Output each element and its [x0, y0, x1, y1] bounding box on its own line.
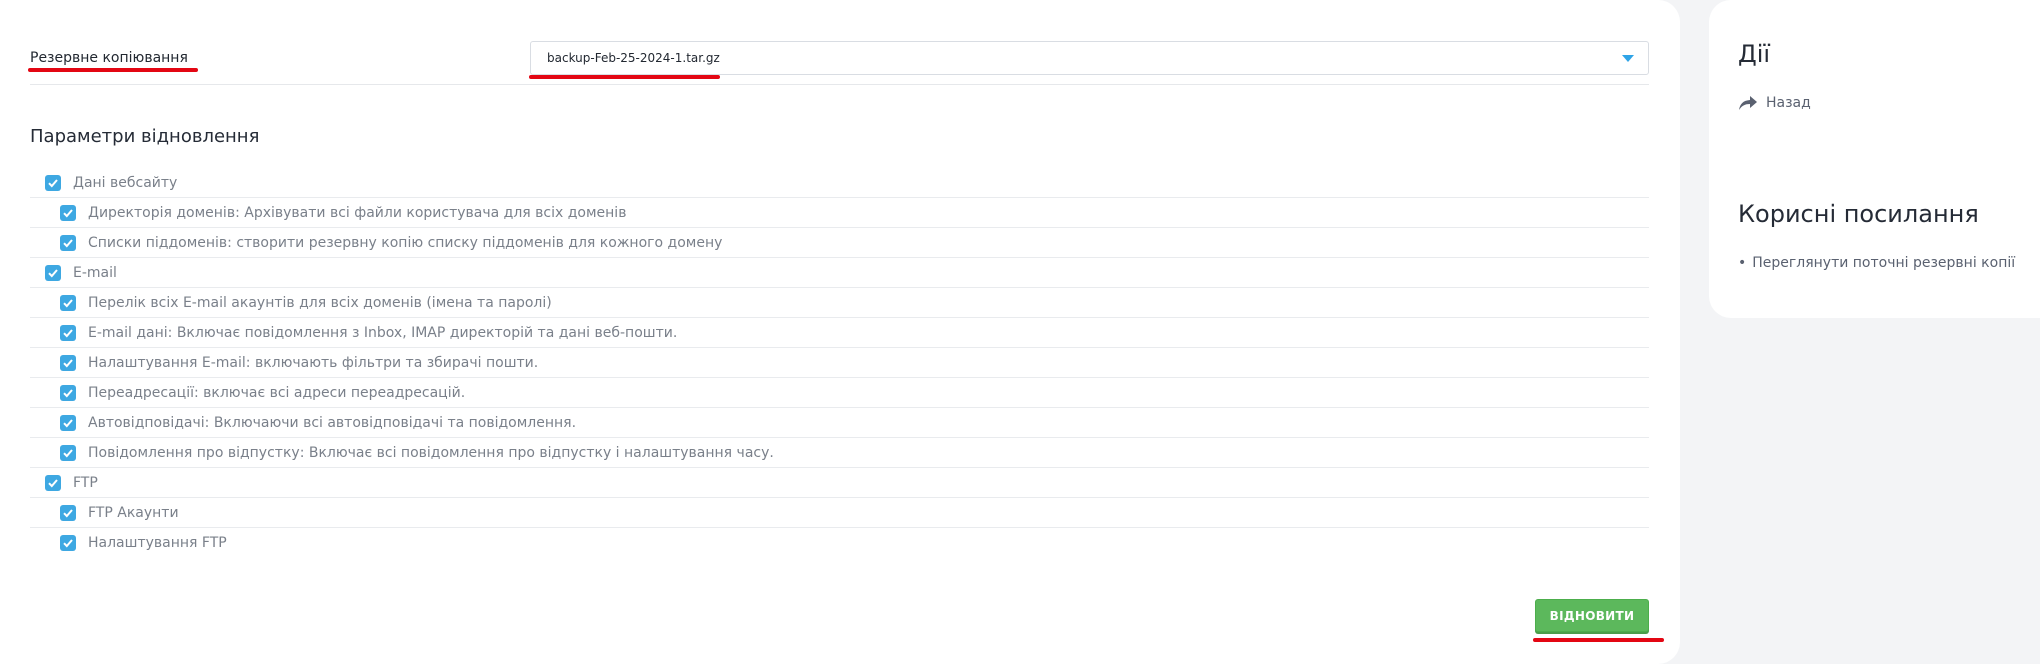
actions-title: Дії [1738, 40, 1771, 68]
highlight-underline-label [28, 68, 198, 72]
backup-label: Резервне копіювання [30, 50, 188, 66]
check-icon[interactable] [60, 204, 76, 221]
check-icon[interactable] [60, 444, 76, 461]
option-label: FTP Акаунти [88, 504, 179, 521]
restore-options-title: Параметри відновлення [30, 126, 260, 147]
bullet: • [1738, 255, 1747, 271]
back-label: Назад [1766, 95, 1811, 111]
option-forwarders[interactable]: Переадресації: включає всі адреси переад… [30, 378, 1649, 408]
check-icon[interactable] [60, 384, 76, 401]
highlight-underline-button [1533, 638, 1664, 642]
check-icon[interactable] [60, 234, 76, 251]
check-icon[interactable] [60, 504, 76, 521]
option-label: Налаштування E-mail: включають фільтри т… [88, 354, 539, 371]
check-icon[interactable] [60, 414, 76, 431]
check-icon[interactable] [60, 294, 76, 311]
option-email[interactable]: E-mail [30, 258, 1649, 288]
check-icon[interactable] [60, 535, 76, 551]
backup-file-select[interactable]: backup-Feb-25-2024-1.tar.gz [530, 41, 1649, 75]
useful-links-title: Корисні посилання [1738, 200, 1979, 228]
check-icon[interactable] [60, 324, 76, 341]
backup-file-value: backup-Feb-25-2024-1.tar.gz [547, 51, 720, 65]
check-icon[interactable] [45, 264, 61, 281]
option-autoresponders[interactable]: Автовідповідачі: Включаючи всі автовідпо… [30, 408, 1649, 438]
highlight-underline-select [529, 75, 720, 79]
divider [30, 84, 1649, 85]
restore-options-list: Дані вебсайту Директорія доменів: Архіву… [30, 168, 1649, 558]
option-label: E-mail [73, 264, 117, 281]
option-label: Дані вебсайту [73, 174, 178, 191]
option-ftp[interactable]: FTP [30, 468, 1649, 498]
share-arrow-icon [1739, 96, 1757, 110]
option-label: Налаштування FTP [88, 535, 227, 551]
option-label: Переадресації: включає всі адреси переад… [88, 384, 466, 401]
check-icon[interactable] [45, 174, 61, 191]
back-link[interactable]: Назад [1738, 95, 1811, 111]
option-website-data[interactable]: Дані вебсайту [30, 168, 1649, 198]
option-email-accounts[interactable]: Перелік всіх E-mail акаунтів для всіх до… [30, 288, 1649, 318]
restore-button[interactable]: ВІДНОВИТИ [1535, 599, 1649, 632]
option-label: E-mail дані: Включає повідомлення з Inbo… [88, 324, 678, 341]
option-label: FTP [73, 474, 98, 491]
view-backups-link[interactable]: • Переглянути поточні резервні копії [1738, 255, 2015, 271]
option-vacation-messages[interactable]: Повідомлення про відпустку: Включає всі … [30, 438, 1649, 468]
chevron-down-icon [1622, 55, 1634, 62]
option-subdomain-lists[interactable]: Списки піддоменів: створити резервну коп… [30, 228, 1649, 258]
check-icon[interactable] [60, 354, 76, 371]
view-backups-label: Переглянути поточні резервні копії [1752, 255, 2016, 271]
option-label: Списки піддоменів: створити резервну коп… [88, 234, 723, 251]
option-label: Автовідповідачі: Включаючи всі автовідпо… [88, 414, 577, 431]
option-ftp-accounts[interactable]: FTP Акаунти [30, 498, 1649, 528]
check-icon[interactable] [45, 474, 61, 491]
option-email-data[interactable]: E-mail дані: Включає повідомлення з Inbo… [30, 318, 1649, 348]
option-domains-directory[interactable]: Директорія доменів: Архівувати всі файли… [30, 198, 1649, 228]
option-label: Повідомлення про відпустку: Включає всі … [88, 444, 774, 461]
option-label: Перелік всіх E-mail акаунтів для всіх до… [88, 294, 552, 311]
option-email-settings[interactable]: Налаштування E-mail: включають фільтри т… [30, 348, 1649, 378]
option-label: Директорія доменів: Архівувати всі файли… [88, 204, 627, 221]
option-ftp-settings[interactable]: Налаштування FTP [30, 528, 1649, 558]
